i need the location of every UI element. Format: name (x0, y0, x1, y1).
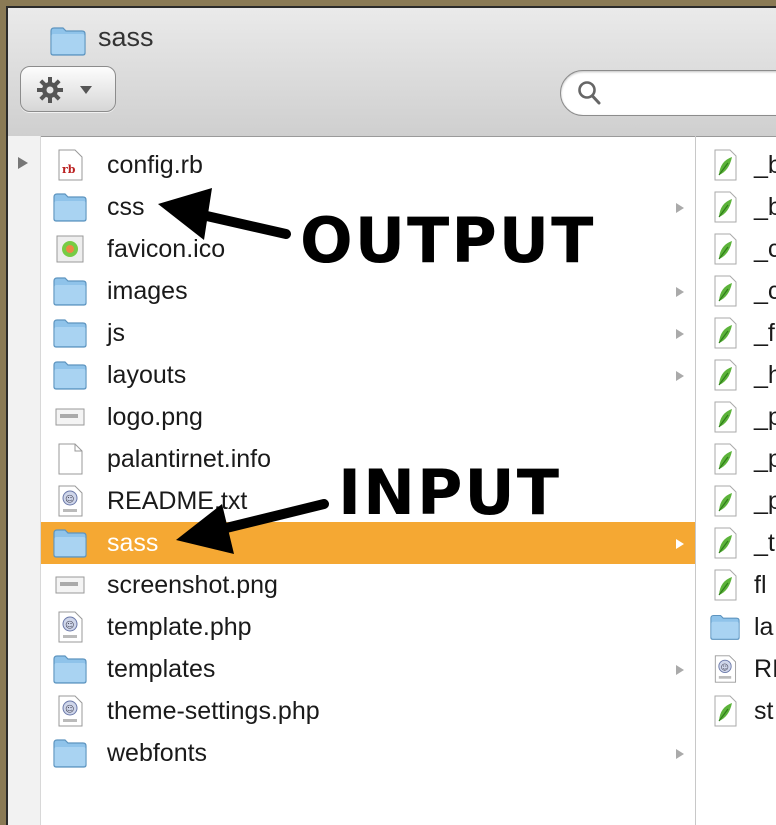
finder-window: sass rb config.rb css favicon.ico images… (6, 6, 776, 825)
output-annotation: OUTPUT (300, 204, 596, 277)
input-arrow (176, 499, 329, 554)
output-arrow (158, 188, 291, 240)
input-annotation: INPUT (338, 456, 562, 529)
annotation-arrows (158, 188, 329, 554)
